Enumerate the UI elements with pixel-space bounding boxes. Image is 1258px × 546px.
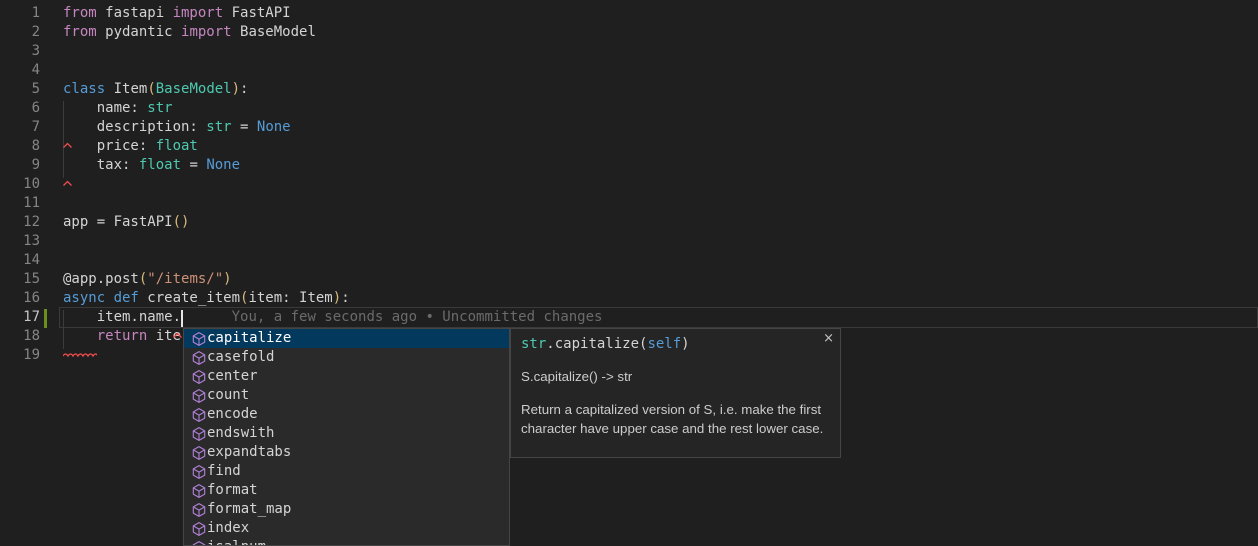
method-icon	[191, 331, 207, 347]
line-number[interactable]: 8	[0, 137, 40, 156]
code-line-7[interactable]: 7 description: str = None	[0, 118, 1258, 137]
suggestion-label: expandtabs	[207, 443, 291, 462]
code-editor[interactable]: 1 from fastapi import FastAPI 2 from pydant…	[0, 0, 1258, 546]
suggestion-label: center	[207, 367, 258, 386]
suggestion-docs-panel: str.capitalize(self) × S.capitalize() ->…	[510, 328, 841, 458]
method-icon	[191, 369, 207, 385]
suggestion-item-casefold[interactable]: casefold	[184, 348, 509, 367]
suggestion-item-format_map[interactable]: format_map	[184, 500, 509, 519]
suggestion-label: index	[207, 519, 249, 538]
code-line-2[interactable]: 2 from pydantic import BaseModel	[0, 23, 1258, 42]
docs-signature-line: S.capitalize() -> str	[521, 367, 832, 386]
suggestion-item-expandtabs[interactable]: expandtabs	[184, 443, 509, 462]
git-modified-indicator	[44, 309, 47, 328]
code-line-5[interactable]: 5 class Item(BaseModel):	[0, 80, 1258, 99]
suggestion-item-center[interactable]: center	[184, 367, 509, 386]
method-icon	[191, 407, 207, 423]
code-text: price: float	[63, 137, 198, 156]
method-icon	[191, 502, 207, 518]
code-line-3[interactable]: 3	[0, 42, 1258, 61]
suggestion-label: casefold	[207, 348, 274, 367]
code-text: class Item(BaseModel):	[63, 80, 248, 99]
line-number[interactable]: 4	[0, 61, 40, 80]
current-line-highlight	[59, 307, 1258, 328]
line-number[interactable]: 1	[0, 4, 40, 23]
code-line-9[interactable]: 9 tax: float = None	[0, 156, 1258, 175]
docs-signature: str.capitalize(self)	[521, 335, 832, 354]
method-icon	[191, 445, 207, 461]
suggestion-label: endswith	[207, 424, 274, 443]
suggestion-item-find[interactable]: find	[184, 462, 509, 481]
suggestion-item-isalnum[interactable]: isalnum	[184, 538, 509, 546]
code-text: app = FastAPI()	[63, 213, 189, 232]
suggestion-label: count	[207, 386, 249, 405]
error-squiggle	[63, 133, 72, 152]
line-number[interactable]: 17	[0, 308, 40, 327]
method-icon	[191, 388, 207, 404]
line-number[interactable]: 6	[0, 99, 40, 118]
line-number[interactable]: 9	[0, 156, 40, 175]
line-number[interactable]: 16	[0, 289, 40, 308]
line-number[interactable]: 12	[0, 213, 40, 232]
code-line-11[interactable]: 11	[0, 194, 1258, 213]
suggestion-item-capitalize[interactable]: capitalize	[184, 329, 509, 348]
method-icon	[191, 483, 207, 499]
docs-description: Return a capitalized version of S, i.e. …	[521, 400, 832, 438]
suggestion-item-format[interactable]: format	[184, 481, 509, 500]
close-icon[interactable]: ×	[823, 332, 834, 345]
suggestion-item-encode[interactable]: encode	[184, 405, 509, 424]
code-line-10[interactable]: 10	[0, 175, 1258, 194]
code-text: from pydantic import BaseModel	[63, 23, 316, 42]
line-number[interactable]: 14	[0, 251, 40, 270]
code-line-14[interactable]: 14	[0, 251, 1258, 270]
line-number[interactable]: 3	[0, 42, 40, 61]
text-cursor	[181, 310, 183, 327]
suggestion-label: format	[207, 481, 258, 500]
suggestion-item-endswith[interactable]: endswith	[184, 424, 509, 443]
code-line-13[interactable]: 13	[0, 232, 1258, 251]
code-text: @app.post("/items/")	[63, 270, 232, 289]
code-text: tax: float = None	[63, 156, 240, 175]
line-number[interactable]: 19	[0, 346, 40, 365]
suggestion-label: capitalize	[207, 329, 291, 348]
code-line-16[interactable]: 16 async def create_item(item: Item):	[0, 289, 1258, 308]
suggestion-label: encode	[207, 405, 258, 424]
method-icon	[191, 464, 207, 480]
suggestion-item-count[interactable]: count	[184, 386, 509, 405]
line-number[interactable]: 11	[0, 194, 40, 213]
suggestion-label: format_map	[207, 500, 291, 519]
line-number[interactable]: 13	[0, 232, 40, 251]
code-text: async def create_item(item: Item):	[63, 289, 350, 308]
line-number[interactable]: 10	[0, 175, 40, 194]
method-icon	[191, 521, 207, 537]
code-line-1[interactable]: 1 from fastapi import FastAPI	[0, 4, 1258, 23]
suggestion-label: isalnum	[207, 538, 266, 546]
error-squiggle	[63, 171, 72, 190]
code-text: name: str	[63, 99, 173, 118]
code-line-8[interactable]: 8 price: float	[0, 137, 1258, 156]
line-number[interactable]: 15	[0, 270, 40, 289]
code-line-4[interactable]: 4	[0, 61, 1258, 80]
error-squiggle	[63, 343, 97, 362]
suggestion-item-index[interactable]: index	[184, 519, 509, 538]
code-text: from fastapi import FastAPI	[63, 4, 291, 23]
line-number[interactable]: 5	[0, 80, 40, 99]
line-number[interactable]: 7	[0, 118, 40, 137]
code-text: description: str = None	[63, 118, 291, 137]
code-line-12[interactable]: 12 app = FastAPI()	[0, 213, 1258, 232]
suggestion-list[interactable]: capitalizecasefoldcentercountencodeendsw…	[183, 328, 510, 546]
code-line-15[interactable]: 15 @app.post("/items/")	[0, 270, 1258, 289]
line-number[interactable]: 2	[0, 23, 40, 42]
method-icon	[191, 350, 207, 366]
method-icon	[191, 426, 207, 442]
method-icon	[191, 540, 207, 546]
line-number[interactable]: 18	[0, 327, 40, 346]
code-line-6[interactable]: 6 name: str	[0, 99, 1258, 118]
suggestion-label: find	[207, 462, 241, 481]
